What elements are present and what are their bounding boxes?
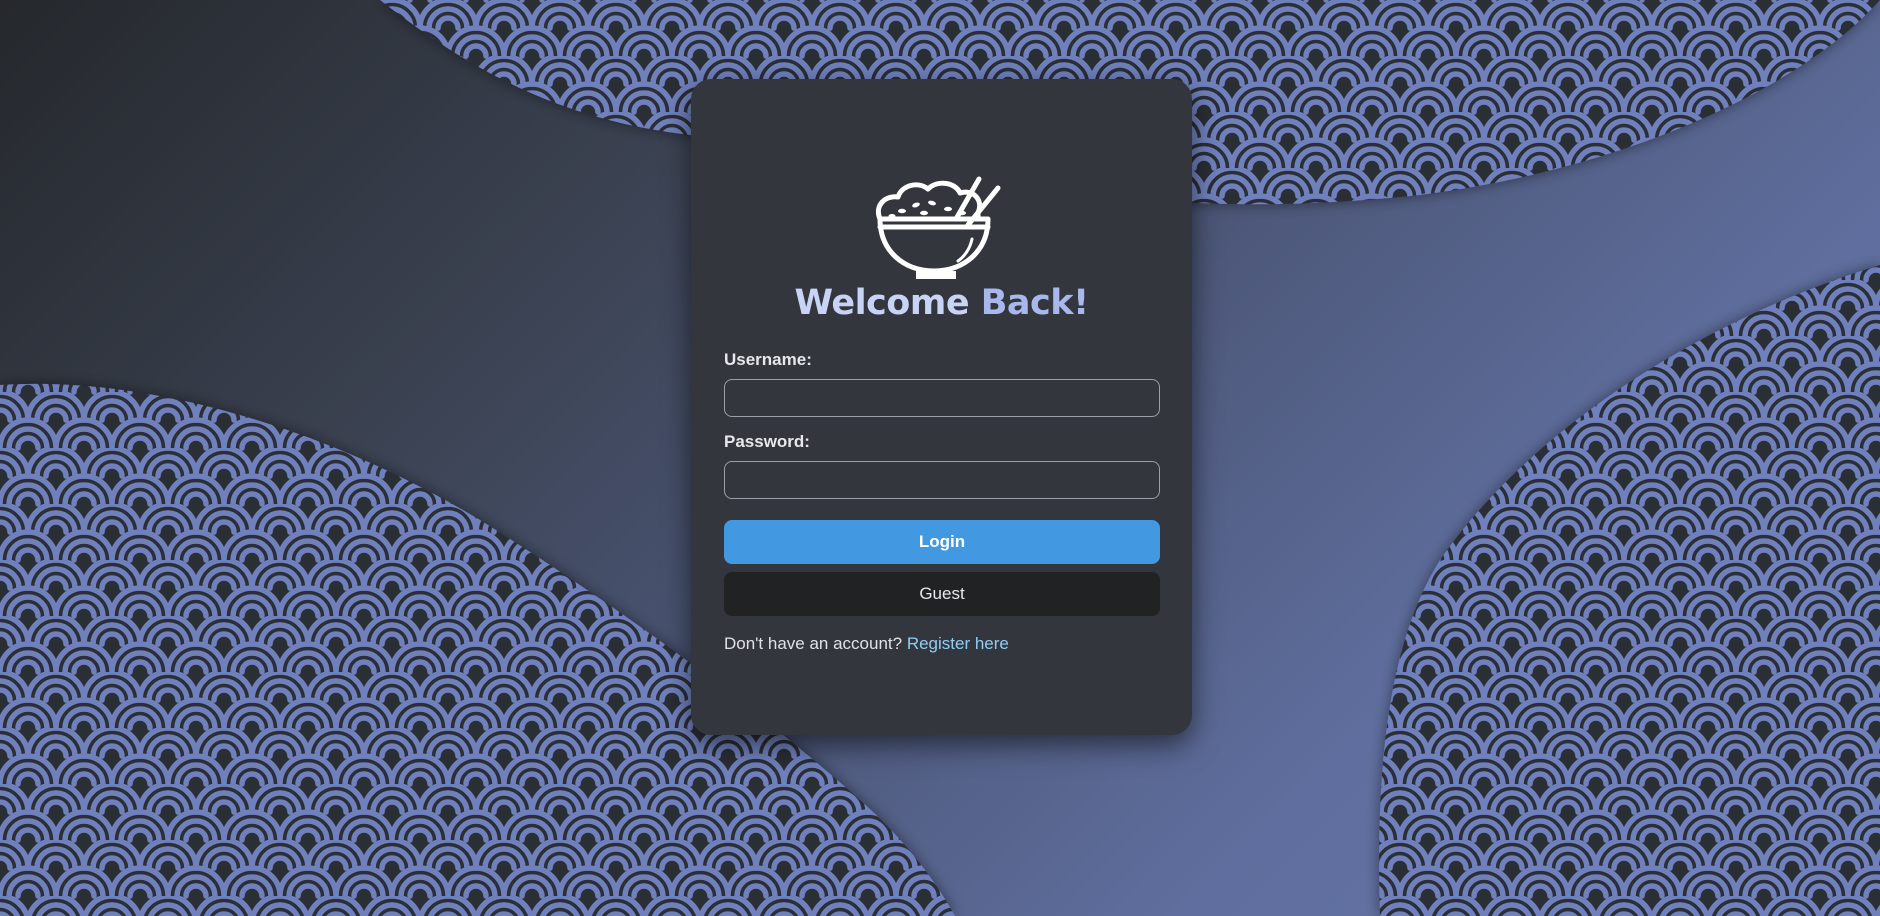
page-title: Welcome Back! (691, 283, 1192, 323)
username-label: Username: (724, 350, 812, 369)
register-prompt-text: Don't have an account? (724, 634, 903, 653)
login-button[interactable]: Login (724, 520, 1160, 564)
password-label: Password: (724, 432, 810, 451)
username-input[interactable] (724, 379, 1160, 417)
guest-button[interactable]: Guest (724, 572, 1160, 616)
title-word-2: Back! (980, 283, 1089, 323)
rice-bowl-icon (876, 176, 1001, 279)
register-link[interactable]: Register here (907, 634, 1009, 653)
title-word-1: Welcome (794, 283, 970, 323)
login-card: Welcome Back! Username: Password: Login … (691, 79, 1192, 735)
register-prompt: Don't have an account? Register here (724, 634, 1009, 654)
password-input[interactable] (724, 461, 1160, 499)
